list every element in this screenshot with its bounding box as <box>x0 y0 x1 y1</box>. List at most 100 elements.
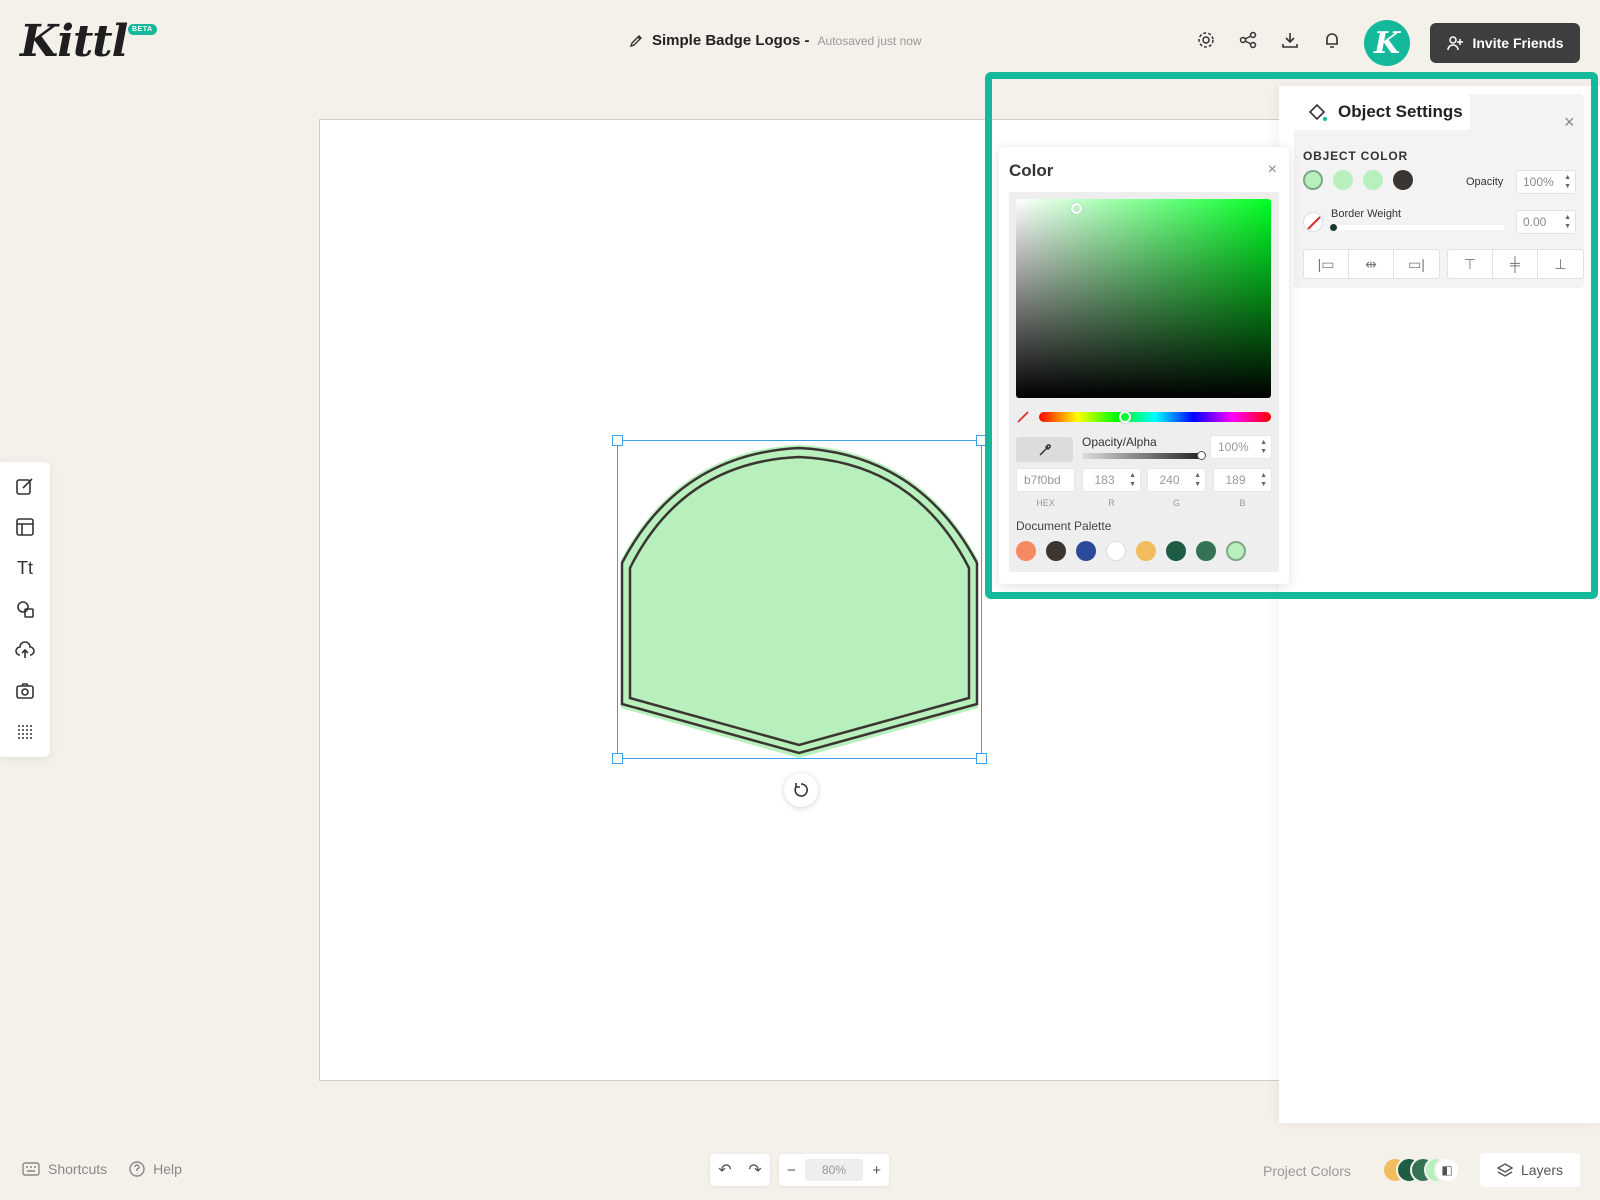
border-weight-value: 0.00 <box>1523 215 1547 229</box>
help-button[interactable]: Help <box>129 1161 182 1177</box>
palette-swatch[interactable] <box>1076 541 1096 561</box>
opacity-value: 100% <box>1523 175 1554 189</box>
rotate-handle[interactable] <box>784 773 818 807</box>
red-input[interactable]: 183 ▲ ▼ <box>1082 468 1141 492</box>
kittl-logo[interactable]: Kittl <box>20 16 128 67</box>
align-bottom-icon[interactable]: ⊥ <box>1538 250 1583 278</box>
stepper-icon[interactable]: ▲ ▼ <box>1194 471 1201 489</box>
undo-redo-group: ↶ ↷ <box>710 1154 770 1186</box>
no-color-icon[interactable] <box>1016 410 1030 424</box>
color-picker-body: Opacity/Alpha 100% ▲ ▼ b7f0bd 183 ▲ ▼ 240 … <box>1009 192 1279 572</box>
help-icon <box>129 1161 145 1177</box>
align-right-icon[interactable]: ▭| <box>1394 250 1439 278</box>
alpha-slider-thumb[interactable] <box>1197 451 1206 460</box>
blue-value: 189 <box>1225 473 1246 487</box>
palette-swatch[interactable] <box>1136 541 1156 561</box>
invite-friends-button[interactable]: Invite Friends <box>1430 23 1580 63</box>
stepper-icon[interactable]: ▲ ▼ <box>1564 213 1571 231</box>
object-color-swatch-2[interactable] <box>1333 170 1353 190</box>
shapes-icon[interactable] <box>13 597 37 621</box>
palette-swatch[interactable] <box>1166 541 1186 561</box>
layers-button[interactable]: Layers <box>1480 1153 1580 1187</box>
camera-icon[interactable] <box>13 679 37 703</box>
alpha-value: 100% <box>1218 440 1249 454</box>
close-icon[interactable]: × <box>1268 161 1277 179</box>
resize-handle-top-right[interactable] <box>976 435 987 446</box>
object-color-swatch-4[interactable] <box>1393 170 1413 190</box>
object-color-swatch-3[interactable] <box>1363 170 1383 190</box>
object-settings-tab[interactable]: Object Settings <box>1294 94 1470 130</box>
eyedropper-button[interactable] <box>1016 437 1073 462</box>
document-title[interactable]: Simple Badge Logos - Autosaved just now <box>628 32 922 49</box>
hex-caption: HEX <box>1036 498 1055 508</box>
hue-slider[interactable] <box>1039 412 1271 422</box>
share-icon[interactable] <box>1238 30 1258 50</box>
stepper-icon[interactable]: ▲ ▼ <box>1129 471 1136 489</box>
palette-swatch[interactable] <box>1106 541 1126 561</box>
border-weight-input[interactable]: 0.00 ▲ ▼ <box>1516 210 1576 234</box>
close-icon[interactable]: × <box>1564 112 1575 133</box>
user-avatar[interactable]: K <box>1364 20 1410 66</box>
zoom-in-button[interactable]: + <box>872 1162 881 1179</box>
palette-icon: ◧ <box>1434 1157 1460 1183</box>
beta-badge: BETA <box>128 24 157 35</box>
color-cursor[interactable] <box>1071 203 1082 214</box>
download-icon[interactable] <box>1280 30 1300 50</box>
redo-icon[interactable]: ↷ <box>748 1160 761 1180</box>
keyboard-icon <box>22 1162 40 1176</box>
stepper-icon[interactable]: ▲ ▼ <box>1260 471 1267 489</box>
rotate-icon <box>794 783 808 797</box>
left-toolbar: Tt <box>0 462 50 757</box>
pattern-icon[interactable] <box>13 720 37 744</box>
green-input[interactable]: 240 ▲ ▼ <box>1147 468 1206 492</box>
undo-icon[interactable]: ↶ <box>718 1160 731 1180</box>
object-settings-title: Object Settings <box>1338 102 1463 121</box>
object-color-swatch-1[interactable] <box>1303 170 1323 190</box>
green-value: 240 <box>1159 473 1180 487</box>
border-weight-slider[interactable] <box>1331 225 1505 230</box>
palette-swatch[interactable] <box>1046 541 1066 561</box>
upload-icon[interactable] <box>13 638 37 662</box>
document-palette-label: Document Palette <box>1016 519 1112 533</box>
alpha-input[interactable]: 100% ▲ ▼ <box>1210 435 1272 459</box>
pencil-icon <box>629 34 642 47</box>
color-popup-title: Color <box>1009 161 1054 180</box>
project-colors-button[interactable]: ◧ <box>1382 1157 1460 1183</box>
selection-box <box>617 440 982 759</box>
text-icon[interactable]: Tt <box>13 556 37 580</box>
shortcuts-button[interactable]: Shortcuts <box>22 1161 107 1177</box>
align-top-icon[interactable]: ⊤ <box>1448 250 1493 278</box>
alpha-slider[interactable] <box>1082 453 1202 459</box>
edit-icon[interactable] <box>13 474 37 498</box>
saturation-value-area[interactable] <box>1016 199 1271 398</box>
help-label: Help <box>153 1161 182 1177</box>
palette-swatch[interactable] <box>1196 541 1216 561</box>
opacity-input[interactable]: 100% ▲ ▼ <box>1516 170 1576 194</box>
resize-handle-bottom-right[interactable] <box>976 753 987 764</box>
palette-swatch[interactable] <box>1226 541 1246 561</box>
blue-input[interactable]: 189 ▲ ▼ <box>1213 468 1272 492</box>
resize-handle-bottom-left[interactable] <box>612 753 623 764</box>
document-name[interactable]: Simple Badge Logos - <box>652 32 810 49</box>
hue-slider-thumb[interactable] <box>1119 411 1131 423</box>
palette-swatch[interactable] <box>1016 541 1036 561</box>
hex-input[interactable]: b7f0bd <box>1016 468 1075 492</box>
settings-icon[interactable] <box>1196 30 1216 50</box>
vertical-align-group: ⊤ ╪ ⊥ <box>1447 249 1584 279</box>
zoom-out-button[interactable]: − <box>787 1162 796 1179</box>
zoom-control: − 80% + <box>779 1154 889 1186</box>
stepper-icon[interactable]: ▲ ▼ <box>1260 438 1267 456</box>
stepper-icon[interactable]: ▲ ▼ <box>1564 173 1571 191</box>
align-left-icon[interactable]: |▭ <box>1304 250 1349 278</box>
no-border-icon[interactable] <box>1303 212 1323 232</box>
bell-icon[interactable] <box>1322 30 1342 50</box>
invite-friends-label: Invite Friends <box>1472 35 1564 51</box>
border-weight-slider-thumb[interactable] <box>1330 224 1337 231</box>
templates-icon[interactable] <box>13 515 37 539</box>
color-picker-popup: Color × Opacity/Alpha 100% ▲ ▼ b7f0bd 183… <box>999 147 1289 584</box>
zoom-level[interactable]: 80% <box>805 1159 863 1181</box>
add-user-icon <box>1447 36 1464 51</box>
resize-handle-top-left[interactable] <box>612 435 623 446</box>
align-center-h-icon[interactable]: ⇹ <box>1349 250 1394 278</box>
align-center-v-icon[interactable]: ╪ <box>1493 250 1538 278</box>
